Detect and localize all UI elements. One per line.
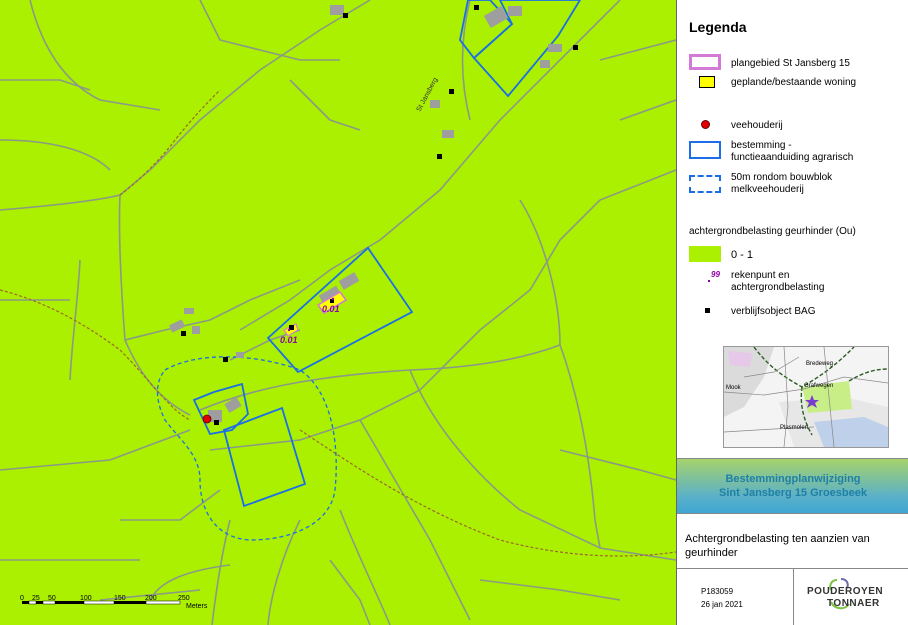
odour-class-swatch bbox=[689, 246, 721, 262]
odour-heading: achtergrondbelasting geurhinder (Ou) bbox=[689, 226, 856, 237]
legend-title: Legenda bbox=[689, 19, 747, 35]
inset-label: Mook bbox=[726, 385, 742, 391]
footer-divider bbox=[793, 568, 794, 625]
scale-tick: 250 bbox=[178, 595, 190, 602]
legend-label: rekenpunt en bbox=[731, 270, 790, 281]
odour-class-label: 0 - 1 bbox=[731, 249, 754, 261]
buffer-swatch bbox=[689, 175, 721, 193]
title-band: Bestemmingplanwijziging Sint Jansberg 15… bbox=[677, 458, 908, 514]
legend-label: verblijfsobject BAG bbox=[731, 306, 816, 317]
map-date: 26 jan 2021 bbox=[701, 600, 743, 609]
scale-tick: 0 bbox=[20, 595, 24, 602]
dwelling-swatch bbox=[699, 76, 715, 88]
logo-text: POUDEROYEN bbox=[807, 586, 884, 597]
inset-locator-map: Bredeweg Grafwegen Mook Plasmolen bbox=[723, 346, 889, 448]
scale-tick: 200 bbox=[145, 595, 157, 602]
legend-label: plangebied St Jansberg 15 bbox=[731, 58, 850, 69]
bag-object-icon bbox=[705, 308, 710, 313]
legend-label: functieaanduiding agrarisch bbox=[731, 152, 854, 163]
livestock-farm-marker[interactable] bbox=[202, 414, 212, 424]
legend-label: bestemming - bbox=[731, 140, 792, 151]
agri-zoning-swatch bbox=[689, 141, 721, 159]
map-title-line1: Bestemmingplanwijziging bbox=[725, 473, 861, 485]
scale-tick: 25 bbox=[32, 595, 40, 602]
scale-tick: 100 bbox=[80, 595, 92, 602]
legend-label: melkveehouderij bbox=[731, 184, 804, 195]
legend-label: achtergrondbelasting bbox=[731, 282, 825, 293]
calc-point-dot-icon bbox=[708, 280, 710, 282]
legend-label: veehouderij bbox=[731, 120, 783, 131]
calc-point-value: 0.01 bbox=[280, 335, 298, 345]
calc-point-marker[interactable] bbox=[331, 297, 335, 301]
livestock-farm-icon bbox=[701, 120, 710, 129]
legend-panel: Legenda plangebied St Jansberg 15 geplan… bbox=[676, 0, 908, 625]
legend-label: geplande/bestaande woning bbox=[731, 77, 857, 88]
project-number: P183059 bbox=[701, 587, 734, 596]
inset-label: Bredeweg bbox=[806, 361, 833, 367]
scale-tick: 150 bbox=[114, 595, 126, 602]
scale-unit: Meters bbox=[186, 603, 208, 610]
calc-point-marker[interactable] bbox=[287, 328, 291, 332]
legend-label: 50m rondom bouwblok bbox=[731, 172, 833, 183]
inset-label: Plasmolen bbox=[780, 425, 808, 431]
map-canvas[interactable]: 0.01 0.01 St Jansberg 0 25 50 100 150 20… bbox=[0, 0, 676, 625]
calc-point-value: 0.01 bbox=[322, 304, 340, 314]
scale-tick: 50 bbox=[48, 595, 56, 602]
map-subtitle: Achtergrondbelasting ten aanzien van geu… bbox=[685, 533, 870, 559]
plan-area-swatch bbox=[689, 54, 721, 70]
map-title-line2: Sint Jansberg 15 Groesbeek bbox=[719, 487, 867, 499]
logo-text: TONNAER bbox=[827, 598, 880, 609]
inset-label: Grafwegen bbox=[804, 383, 833, 389]
calc-point-sample: 99 bbox=[711, 270, 720, 279]
